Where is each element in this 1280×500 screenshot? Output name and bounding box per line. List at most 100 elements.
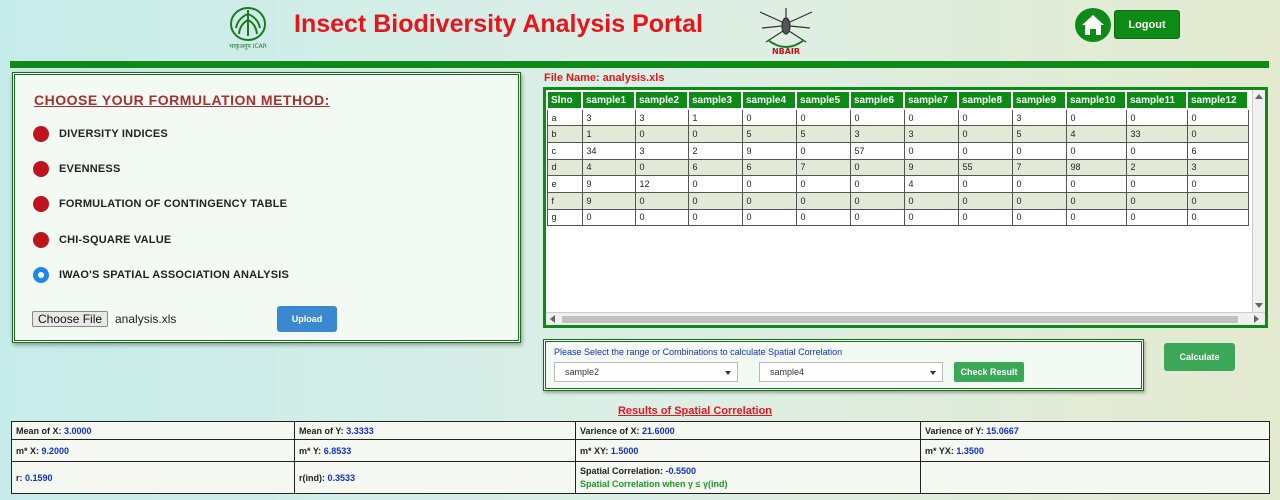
vertical-scrollbar[interactable] xyxy=(1252,90,1265,312)
dropdown-caret-icon xyxy=(930,371,936,375)
table-cell: 0 xyxy=(1186,108,1249,127)
mean-y-value: 3.3333 xyxy=(346,425,374,436)
table-cell: 4 xyxy=(581,158,636,177)
table-cell: 0 xyxy=(957,125,1013,143)
table-cell: 0 xyxy=(903,208,959,227)
table-cell: 0 xyxy=(957,141,1013,160)
scroll-down-icon[interactable] xyxy=(1255,303,1263,308)
header: भाकृअनुप ICAR Insect Biodiversity Analys… xyxy=(0,0,1280,62)
horizontal-scrollbar[interactable] xyxy=(546,312,1265,325)
option-evenness[interactable]: EVENNESS xyxy=(33,160,121,178)
table-cell: 0 xyxy=(795,108,851,127)
table-cell: 0 xyxy=(1065,175,1127,193)
mean-x-cell: Mean of X: 3.0000 xyxy=(11,421,295,440)
scroll-left-icon[interactable] xyxy=(550,315,555,323)
table-cell: e xyxy=(546,175,583,193)
option-bullet-icon xyxy=(33,196,49,212)
option-bullet-icon xyxy=(33,232,49,248)
result-label: m* Y: xyxy=(299,445,322,456)
table-cell: 0 xyxy=(1186,191,1249,210)
option-iwao-spatial[interactable]: IWAO'S SPATIAL ASSOCIATION ANALYSIS xyxy=(33,266,289,284)
table-cell: 0 xyxy=(687,208,743,227)
choose-file-button[interactable]: Choose File xyxy=(32,311,109,327)
table-cell: 0 xyxy=(1065,108,1127,127)
result-label: Mean of Y: xyxy=(299,425,344,436)
table-row: e 9 12 0 0 0 0 4 0 0 0 0 0 xyxy=(546,175,1249,193)
table-cell: 57 xyxy=(849,141,905,160)
select-x-dropdown[interactable]: sample2 xyxy=(554,362,738,382)
table-cell: 4 xyxy=(903,175,959,193)
myx-value: 1.3500 xyxy=(956,445,984,456)
option-diversity-indices[interactable]: DIVERSITY INDICES xyxy=(33,125,168,143)
table-cell: 0 xyxy=(634,158,689,177)
table-row: b 1 0 0 5 5 3 3 0 5 4 33 0 xyxy=(546,125,1249,143)
table-cell: 0 xyxy=(795,141,851,160)
table-row: a331000003000 xyxy=(546,108,1249,127)
table-cell: 0 xyxy=(957,175,1013,193)
table-cell: 0 xyxy=(634,125,689,143)
scrollbar-thumb[interactable] xyxy=(562,316,1238,323)
logout-button[interactable]: Logout xyxy=(1114,10,1180,39)
table-cell: 0 xyxy=(1186,208,1249,227)
my-cell: m* Y: 6.8533 xyxy=(294,439,576,462)
upload-button[interactable]: Upload xyxy=(277,306,337,332)
rind-value: 0.3533 xyxy=(327,472,356,483)
table-cell: 2 xyxy=(1125,158,1188,177)
column-header: sample7 xyxy=(903,90,959,110)
table-cell: f xyxy=(546,191,583,210)
results-table: Mean of X: 3.0000 Mean of Y: 3.3333 Vari… xyxy=(11,421,1270,494)
table-cell: 9 xyxy=(741,141,797,160)
table-cell: 0 xyxy=(1065,191,1127,210)
table-cell: 0 xyxy=(741,191,797,210)
check-result-button[interactable]: Check Result xyxy=(954,362,1024,382)
r-value: 0.1590 xyxy=(25,472,53,483)
method-heading: CHOOSE YOUR FORMULATION METHOD: xyxy=(34,92,330,108)
table-cell: 33 xyxy=(1125,125,1188,143)
results-row: m* X: 9.2000 m* Y: 6.8533 m* XY: 1.5000 … xyxy=(11,439,1270,462)
column-header: sample1 xyxy=(581,90,636,110)
table-cell: 3 xyxy=(634,108,689,127)
column-header: sample11 xyxy=(1125,90,1188,110)
mxy-cell: m* XY: 1.5000 xyxy=(575,439,921,462)
column-header: sample5 xyxy=(795,90,851,110)
home-icon xyxy=(1082,15,1104,35)
select-prompt: Please Select the range or Combinations … xyxy=(554,347,843,357)
table-cell: 6 xyxy=(1186,141,1249,160)
table-cell: 0 xyxy=(795,208,851,227)
table-cell: 0 xyxy=(903,141,959,160)
table-cell: 2 xyxy=(687,141,743,160)
table-cell: 3 xyxy=(1011,108,1067,127)
table-cell: 5 xyxy=(741,125,797,143)
combination-select-panel: Please Select the range or Combinations … xyxy=(543,339,1144,391)
table-cell: 9 xyxy=(581,191,636,210)
table-cell: 0 xyxy=(1125,108,1188,127)
scroll-right-icon[interactable] xyxy=(1254,315,1259,323)
radio-selected-icon xyxy=(33,267,49,283)
table-cell: 0 xyxy=(634,208,689,227)
column-header: sample3 xyxy=(687,90,743,110)
table-row: d 4 0 6 6 7 0 9 55 7 98 2 3 xyxy=(546,158,1249,177)
select-y-dropdown[interactable]: sample4 xyxy=(759,362,943,382)
table-cell: 7 xyxy=(795,158,851,177)
empty-cell xyxy=(920,461,1270,494)
table-cell: 0 xyxy=(1011,141,1067,160)
table-header-row: Slno sample1 sample2 sample3 sample4 sam… xyxy=(546,90,1249,110)
table-cell: 0 xyxy=(1186,125,1249,143)
table-cell: 0 xyxy=(849,108,905,127)
home-button[interactable] xyxy=(1075,8,1111,42)
table-cell: 0 xyxy=(1125,208,1188,227)
table-cell: 55 xyxy=(957,158,1013,177)
data-table-panel[interactable]: Slno sample1 sample2 sample3 sample4 sam… xyxy=(543,87,1268,328)
column-header: sample6 xyxy=(849,90,905,110)
table-cell: 0 xyxy=(849,158,905,177)
calculate-button[interactable]: Calculate xyxy=(1164,343,1235,371)
table-cell: 3 xyxy=(634,141,689,160)
table-cell: 9 xyxy=(903,158,959,177)
var-y-value: 15.0667 xyxy=(986,425,1019,436)
option-label: FORMULATION OF CONTINGENCY TABLE xyxy=(59,198,288,210)
scroll-up-icon[interactable] xyxy=(1255,94,1263,99)
option-chi-square[interactable]: CHI-SQUARE VALUE xyxy=(33,231,171,249)
nbair-logo-icon: NBAIR xyxy=(759,8,813,56)
option-contingency-table[interactable]: FORMULATION OF CONTINGENCY TABLE xyxy=(33,195,287,213)
table-cell: 0 xyxy=(1011,208,1067,227)
